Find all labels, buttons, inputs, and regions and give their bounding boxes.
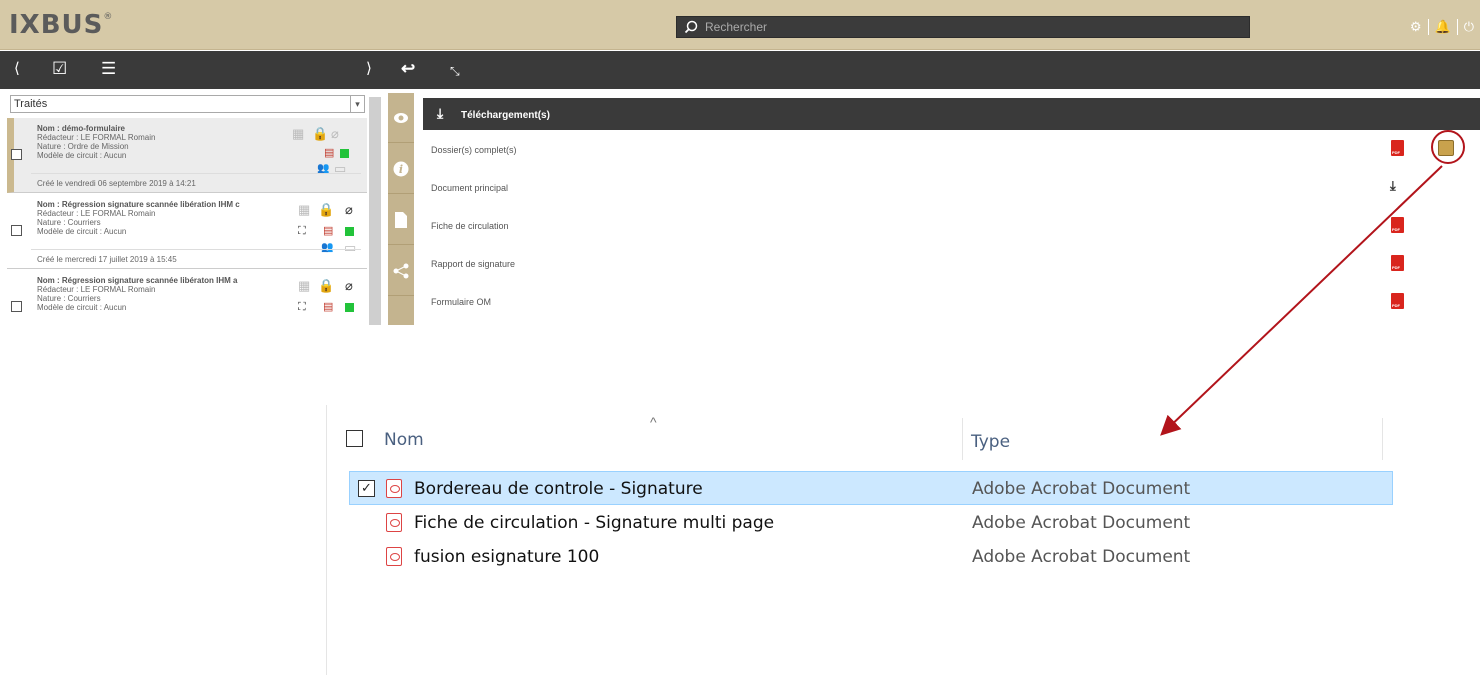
pdf-icon: [386, 547, 402, 566]
file-name[interactable]: Bordereau de controle - Signature: [414, 479, 703, 499]
column-header-name[interactable]: Nom: [384, 430, 424, 450]
sort-ascending-icon[interactable]: ^: [650, 414, 657, 430]
column-separator[interactable]: [1382, 418, 1383, 460]
file-type: Adobe Acrobat Document: [972, 479, 1191, 499]
screenshot-root: IXBUS® Rechercher ⚙ 🔔 ⏻ ⟨ ☑ ☰ ⟩ ↩ ⤡ Trai…: [0, 0, 1480, 675]
column-header-type[interactable]: Type: [971, 432, 1010, 452]
file-row[interactable]: ✓ Bordereau de controle - Signature Adob…: [349, 471, 1393, 505]
divider: [326, 405, 327, 675]
column-separator[interactable]: [962, 418, 963, 460]
select-all-checkbox[interactable]: [346, 430, 363, 447]
file-row[interactable]: fusion esignature 100 Adobe Acrobat Docu…: [349, 540, 1393, 574]
file-name[interactable]: fusion esignature 100: [414, 547, 599, 567]
pdf-icon: [386, 513, 402, 532]
file-type: Adobe Acrobat Document: [972, 547, 1191, 567]
file-type: Adobe Acrobat Document: [972, 513, 1191, 533]
pdf-icon: [386, 479, 402, 498]
file-checkbox[interactable]: ✓: [358, 480, 375, 497]
file-row[interactable]: Fiche de circulation - Signature multi p…: [349, 506, 1393, 540]
file-name[interactable]: Fiche de circulation - Signature multi p…: [414, 513, 774, 533]
